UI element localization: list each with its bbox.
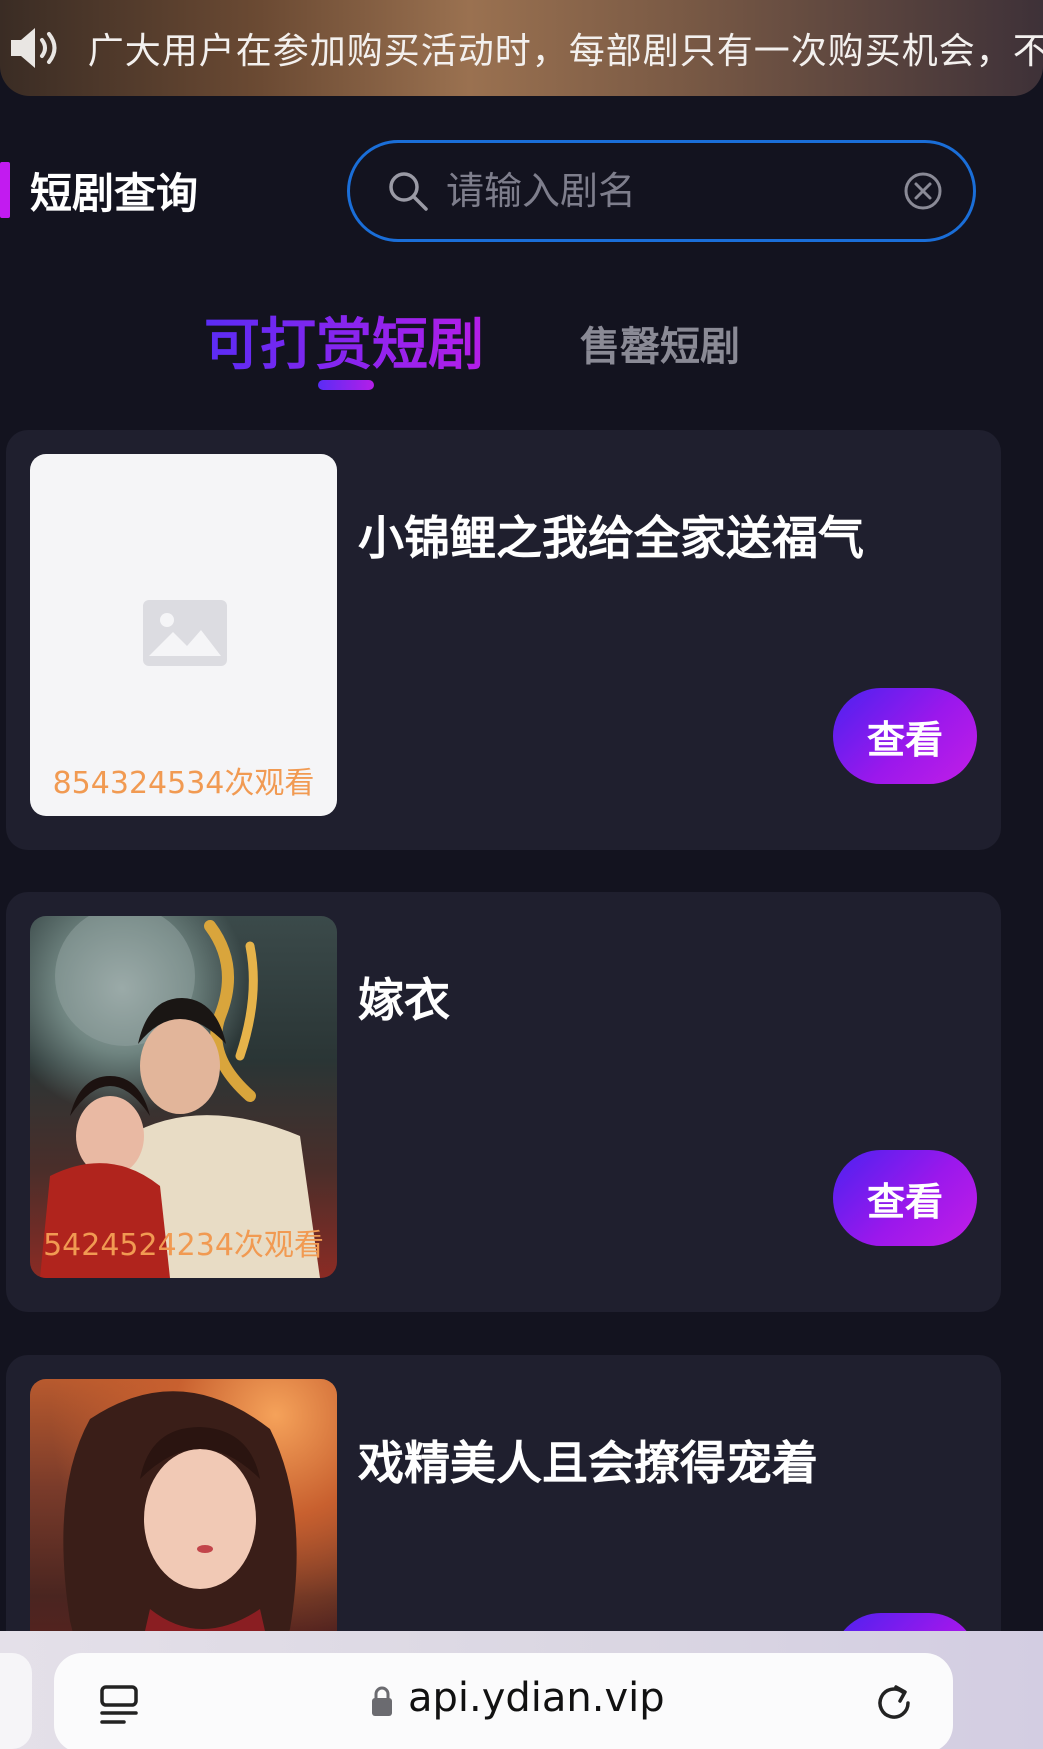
section-title-label: 短剧查询	[30, 168, 199, 218]
search-row: 短剧查询	[0, 138, 1043, 244]
notice-banner: 广大用户在参加购买活动时，每部剧只有一次购买机会，不可	[0, 0, 1043, 96]
reader-menu-icon[interactable]	[98, 1683, 140, 1727]
browser-bar: api.ydian.vip	[0, 1631, 1043, 1749]
tab-sold-out[interactable]: 售罄短剧	[580, 314, 740, 372]
reload-icon[interactable]	[872, 1681, 916, 1725]
drama-title: 小锦鲤之我给全家送福气	[358, 511, 864, 565]
title-accent-bar	[0, 162, 10, 218]
notice-text: 广大用户在参加购买活动时，每部剧只有一次购买机会，不可	[87, 31, 1043, 72]
tab-bar: 可打赏短剧 售罄短剧	[0, 300, 1043, 400]
search-icon	[389, 172, 428, 211]
search-box[interactable]	[347, 140, 976, 242]
drama-card[interactable]: 854324534次观看 小锦鲤之我给全家送福气 查看	[6, 430, 1001, 850]
drama-title: 嫁衣	[358, 973, 450, 1027]
lock-icon	[372, 1686, 392, 1716]
image-placeholder-icon	[143, 600, 227, 666]
drama-title: 戏精美人且会撩得宠着	[358, 1436, 818, 1490]
view-count: 854324534次观看	[52, 766, 315, 801]
url-text: api.ydian.vip	[408, 1675, 665, 1721]
clear-icon[interactable]	[903, 171, 943, 211]
view-count: 5424524234次观看	[43, 1228, 324, 1263]
view-button[interactable]: 查看	[833, 688, 977, 784]
tab-rewardable[interactable]: 可打赏短剧	[204, 300, 484, 381]
drama-card[interactable]: 5424524234次观看 嫁衣 查看	[6, 892, 1001, 1312]
section-title: 短剧查询	[0, 158, 198, 222]
address-bar[interactable]: api.ydian.vip	[54, 1653, 953, 1749]
drama-thumbnail[interactable]: 5424524234次观看	[30, 916, 337, 1278]
view-button[interactable]: 查看	[833, 1150, 977, 1246]
speaker-icon	[6, 20, 66, 76]
search-input[interactable]	[446, 169, 886, 213]
drama-thumbnail[interactable]: 854324534次观看	[30, 454, 337, 816]
previous-tab-edge[interactable]	[0, 1653, 32, 1749]
active-tab-indicator	[318, 380, 374, 390]
